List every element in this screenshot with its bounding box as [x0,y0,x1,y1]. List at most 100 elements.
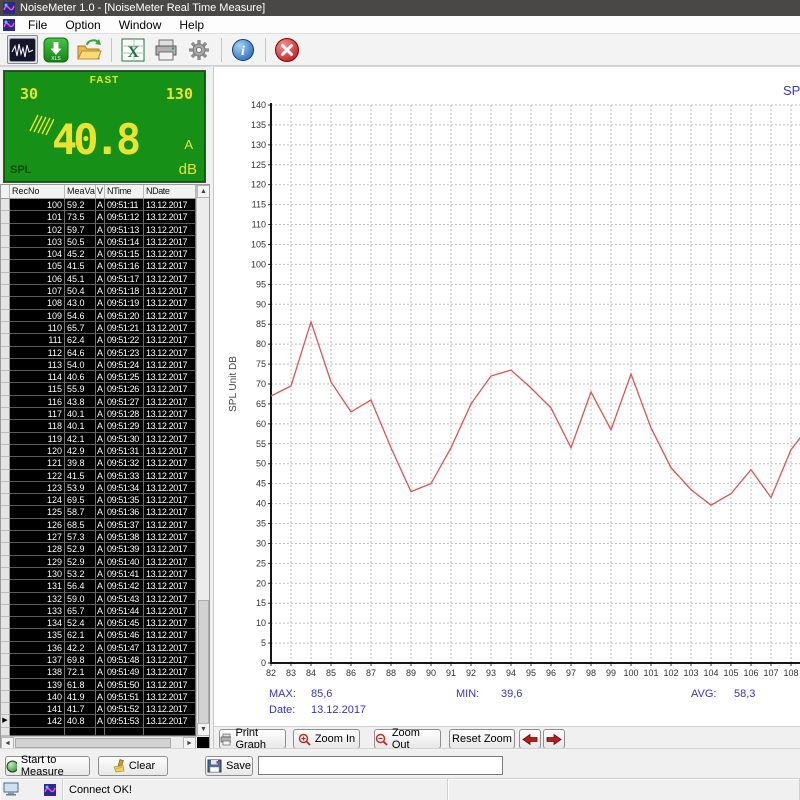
table-row[interactable]: 12241.5A09:51:3313.12.2017 [1,470,209,482]
row-selector[interactable] [1,322,10,334]
table-row[interactable]: 10750.4A09:51:1813.12.2017 [1,285,209,297]
table-row[interactable]: 11440.6A09:51:2513.12.2017 [1,371,209,383]
table-row[interactable]: 11740.1A09:51:2813.12.2017 [1,408,209,420]
table-row[interactable]: 12469.5A09:51:3513.12.2017 [1,494,209,506]
toolbar-button-settings[interactable] [183,35,214,64]
row-selector[interactable] [1,457,10,469]
save-button[interactable]: Save [205,756,253,776]
row-selector[interactable] [1,470,10,482]
row-selector[interactable] [1,260,10,272]
col-v[interactable]: V [96,185,105,199]
toolbar-button-print[interactable] [150,35,181,64]
row-selector[interactable] [1,224,10,236]
table-row[interactable]: 13365.7A09:51:4413.12.2017 [1,605,209,617]
table-row[interactable]: 14141.7A09:51:5213.12.2017 [1,703,209,715]
row-selector[interactable] [1,445,10,457]
table-row[interactable]: 10541.5A09:51:1613.12.2017 [1,260,209,272]
row-selector[interactable] [1,371,10,383]
row-selector[interactable] [1,236,10,248]
row-selector[interactable] [1,679,10,691]
table-row[interactable]: 13053.2A09:51:4113.12.2017 [1,568,209,580]
row-selector[interactable] [1,408,10,420]
table-row[interactable]: 12852.9A09:51:3913.12.2017 [1,543,209,555]
menu-option[interactable]: Option [56,18,109,32]
row-selector[interactable] [1,494,10,506]
col-ntime[interactable]: NTime [105,185,144,199]
table-row[interactable]: 11643.8A09:51:2713.12.2017 [1,396,209,408]
row-selector[interactable] [1,211,10,223]
table-row[interactable]: 12139.8A09:51:3213.12.2017 [1,457,209,469]
row-selector[interactable] [1,629,10,641]
table-row[interactable]: 11555.9A09:51:2613.12.2017 [1,383,209,395]
row-selector[interactable] [1,482,10,494]
scroll-up-icon[interactable]: ▲ [197,185,210,198]
row-selector[interactable] [1,543,10,555]
table-row[interactable]: 13642.2A09:51:4713.12.2017 [1,642,209,654]
table-row[interactable]: 10059.2A09:51:1113.12.2017 [1,199,209,211]
row-selector[interactable] [1,605,10,617]
table-row[interactable]: 13156.4A09:51:4213.12.2017 [1,580,209,592]
table-row[interactable]: 13562.1A09:51:4613.12.2017 [1,629,209,641]
row-selector[interactable] [1,506,10,518]
row-selector[interactable] [1,642,10,654]
row-selector[interactable] [1,519,10,531]
row-selector[interactable] [1,334,10,346]
table-row[interactable]: 10350.5A09:51:1413.12.2017 [1,236,209,248]
table-row[interactable]: 12042.9A09:51:3113.12.2017 [1,445,209,457]
row-selector[interactable] [1,580,10,592]
table-row[interactable]: 10645.1A09:51:1713.12.2017 [1,273,209,285]
row-selector[interactable] [1,568,10,580]
table-row[interactable]: 12353.9A09:51:3413.12.2017 [1,482,209,494]
table-row[interactable]: 11942.1A09:51:3013.12.2017 [1,433,209,445]
row-selector[interactable] [1,420,10,432]
table-row[interactable]: 12757.3A09:51:3813.12.2017 [1,531,209,543]
table-row[interactable]: 14041.9A09:51:5113.12.2017 [1,691,209,703]
col-ndate[interactable]: NDate [144,185,196,199]
row-selector[interactable] [1,654,10,666]
row-selector[interactable] [1,666,10,678]
table-row[interactable]: 10259.7A09:51:1313.12.2017 [1,224,209,236]
scroll-down-icon[interactable]: ▼ [197,723,210,736]
toolbar-button-info[interactable]: i [227,35,258,64]
table-row[interactable]: 10445.2A09:51:1513.12.2017 [1,248,209,260]
row-selector[interactable] [1,617,10,629]
zoom-out-button[interactable]: Zoom Out [374,729,441,748]
table-row[interactable]: 12558.7A09:51:3613.12.2017 [1,506,209,518]
table-row[interactable]: 10954.6A09:51:2013.12.2017 [1,310,209,322]
table-vertical-scrollbar[interactable]: ▲ ▼ [196,185,209,737]
reset-zoom-button[interactable]: Reset Zoom [449,729,515,748]
row-selector[interactable] [1,297,10,309]
toolbar-button-waveform[interactable] [7,35,38,64]
current-row-marker[interactable]: ▶ [1,715,10,727]
row-selector[interactable] [1,383,10,395]
clear-button[interactable]: Clear [98,756,168,776]
table-row[interactable]: 13769.8A09:51:4813.12.2017 [1,654,209,666]
row-selector[interactable] [1,273,10,285]
table-row[interactable]: 11065.7A09:51:2113.12.2017 [1,322,209,334]
row-selector[interactable] [1,347,10,359]
print-graph-button[interactable]: Print Graph [219,729,286,748]
table-row[interactable]: 11840.1A09:51:2913.12.2017 [1,420,209,432]
row-selector[interactable] [1,593,10,605]
table-row[interactable]: 13872.1A09:51:4913.12.2017 [1,666,209,678]
row-selector[interactable] [1,359,10,371]
row-selector[interactable] [1,199,10,211]
table-row[interactable]: 12952.9A09:51:4013.12.2017 [1,556,209,568]
menu-window[interactable]: Window [110,18,171,32]
row-selector[interactable] [1,310,10,322]
zoom-in-button[interactable]: Zoom In [293,729,360,748]
menu-file[interactable]: File [19,18,56,32]
table-row[interactable]: 13961.8A09:51:5013.12.2017 [1,679,209,691]
toolbar-button-excel[interactable]: X [117,35,148,64]
toolbar-button-export-xls[interactable]: XLS [40,35,71,64]
row-selector[interactable] [1,433,10,445]
table-row[interactable]: 10843.0A09:51:1913.12.2017 [1,297,209,309]
table-row[interactable]: 13259.0A09:51:4313.12.2017 [1,593,209,605]
col-meaval[interactable]: MeaVal [65,185,96,199]
table-row[interactable]: 12668.5A09:51:3713.12.2017 [1,519,209,531]
table-row[interactable]: 10173.5A09:51:1213.12.2017 [1,211,209,223]
table-row[interactable]: 11354.0A09:51:2413.12.2017 [1,359,209,371]
col-recno[interactable]: RecNo [10,185,65,199]
table-row[interactable]: ▶14240.8A09:51:5313.12.2017 [1,715,209,727]
row-selector[interactable] [1,531,10,543]
